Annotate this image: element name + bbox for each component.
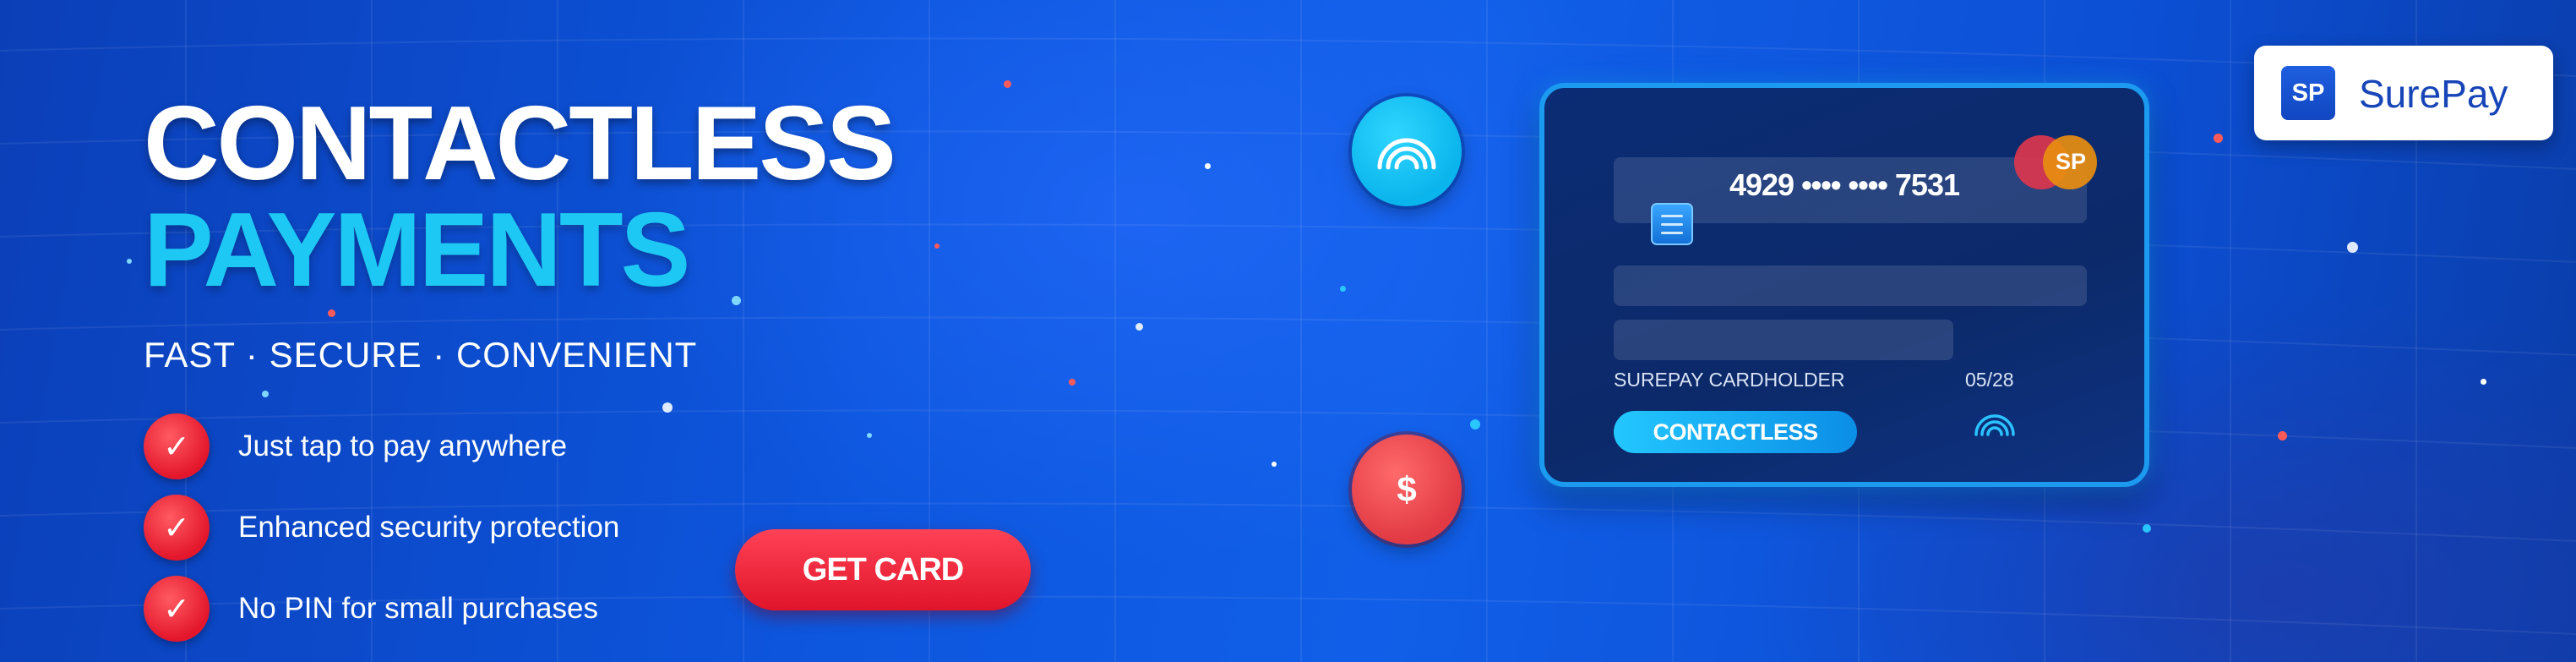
dollar-icon: $ xyxy=(1352,435,1462,544)
sparkle-dot xyxy=(1272,462,1277,467)
contactless-wave-icon xyxy=(1974,414,2015,436)
payment-card: 4929 •••• •••• 7531 SP SUREPAY CARDHOLDE… xyxy=(1539,83,2149,487)
checkmark-icon: ✓ xyxy=(144,576,210,642)
card-brand-mark: SP xyxy=(2055,149,2087,174)
contactless-badge: CONTACTLESS xyxy=(1614,411,1857,453)
card-expiry: 05/28 xyxy=(1965,369,2014,391)
contactless-wave-icon xyxy=(1352,96,1462,206)
sparkle-dot xyxy=(867,433,872,438)
sparkle-dot xyxy=(262,391,269,397)
contactless-payments-banner: CONTACTLESS PAYMENTS FAST · SECURE · CON… xyxy=(0,0,2576,662)
sparkle-dot xyxy=(2347,242,2358,253)
sparkle-dot xyxy=(2143,524,2151,533)
sparkle-dot xyxy=(2278,431,2287,440)
sparkle-dot xyxy=(934,243,939,249)
card-placeholder-strip xyxy=(1614,320,1953,360)
checkmark-icon: ✓ xyxy=(144,495,210,561)
sparkle-dot xyxy=(1470,419,1480,429)
sparkle-dot xyxy=(2214,134,2223,143)
card-placeholder-strip xyxy=(1614,265,2087,306)
sparkle-dot xyxy=(2481,379,2486,385)
sparkle-dot xyxy=(1069,379,1076,386)
card-chip-icon xyxy=(1651,203,1693,245)
sparkle-dot xyxy=(732,296,741,305)
feature-text: Just tap to pay anywhere xyxy=(238,429,568,462)
feature-item: ✓ No PIN for small purchases xyxy=(144,575,598,643)
feature-item: ✓ Just tap to pay anywhere xyxy=(144,413,567,480)
tagline: FAST · SECURE · CONVENIENT xyxy=(144,335,698,375)
feature-text: No PIN for small purchases xyxy=(238,592,598,625)
feature-item: ✓ Enhanced security protection xyxy=(144,494,619,561)
sparkle-dot xyxy=(1136,323,1143,331)
logo-mark: SP xyxy=(2281,66,2335,120)
surepay-logo: SP SurePay xyxy=(2254,46,2553,140)
get-card-button[interactable]: GET CARD xyxy=(735,529,1031,610)
checkmark-icon: ✓ xyxy=(144,413,210,479)
sparkle-dot xyxy=(1205,163,1211,169)
cardholder-name: SUREPAY CARDHOLDER xyxy=(1614,369,1845,391)
sparkle-dot xyxy=(662,402,673,413)
sparkle-dot xyxy=(1004,80,1011,88)
sparkle-dot xyxy=(328,309,335,317)
logo-name: SurePay xyxy=(2359,72,2508,116)
sparkle-dot xyxy=(127,259,132,264)
headline-line-1: CONTACTLESS xyxy=(144,85,896,202)
sparkle-dot xyxy=(1340,286,1346,292)
feature-text: Enhanced security protection xyxy=(238,511,620,544)
headline-line-2: PAYMENTS xyxy=(144,192,690,309)
